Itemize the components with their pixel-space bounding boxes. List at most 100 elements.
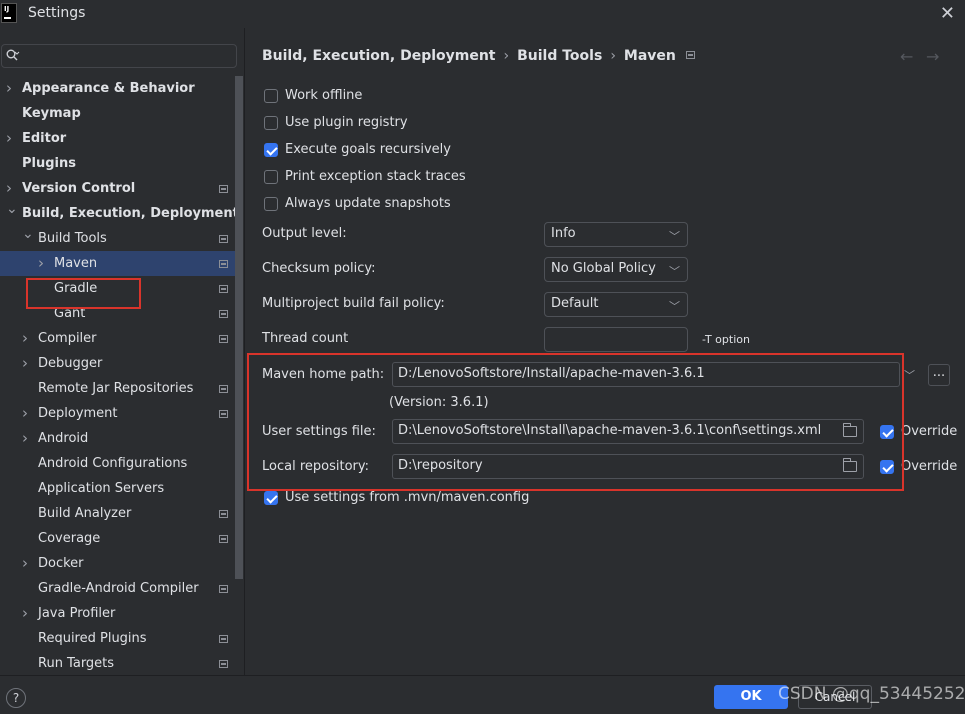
multiproject-policy-label: Multiproject build fail policy: xyxy=(262,296,445,311)
sidebar-item-build-execution-deployment[interactable]: ⌄ Build, Execution, Deployment xyxy=(0,201,239,226)
sidebar-item-label: Deployment xyxy=(38,406,118,421)
checkbox-box[interactable] xyxy=(264,197,278,211)
thread-count-input[interactable] xyxy=(544,327,688,352)
app-logo-icon: IJ xyxy=(1,3,17,23)
checkbox-box[interactable] xyxy=(264,143,278,157)
sidebar-item-label: Maven xyxy=(54,256,98,271)
maven-home-value: D:/LenovoSoftstore/Install/apache-maven-… xyxy=(398,366,705,381)
folder-icon[interactable] xyxy=(843,423,857,437)
chevron-right-icon[interactable]: › xyxy=(22,326,34,351)
chevron-down-icon[interactable]: ﹀ xyxy=(904,367,915,383)
sidebar-item-label: Required Plugins xyxy=(38,631,147,646)
settings-badge-icon xyxy=(219,535,228,543)
chevron-right-icon[interactable]: › xyxy=(38,251,50,276)
output-level-select[interactable]: Info ﹀ xyxy=(544,222,688,247)
checkbox-box[interactable] xyxy=(264,170,278,184)
sidebar-item-compiler[interactable]: › Compiler xyxy=(0,326,235,351)
settings-badge-icon xyxy=(219,410,228,418)
sidebar-item-plugins[interactable]: Plugins xyxy=(0,151,235,176)
sidebar-item-maven[interactable]: › Maven xyxy=(0,251,235,276)
user-settings-field[interactable]: D:\LenovoSoftstore\Install\apache-maven-… xyxy=(392,419,864,444)
maven-version-text: (Version: 3.6.1) xyxy=(389,395,489,410)
sidebar-item-label: Version Control xyxy=(22,181,136,196)
settings-badge-icon xyxy=(219,185,228,193)
checkbox-label: Work offline xyxy=(285,88,363,103)
sidebar-item-build-tools[interactable]: ⌄ Build Tools xyxy=(0,226,235,251)
search-input[interactable] xyxy=(24,47,229,65)
settings-badge-icon xyxy=(219,285,228,293)
checkbox-box[interactable] xyxy=(880,425,894,439)
browse-maven-home-button[interactable]: ... xyxy=(928,364,950,386)
chevron-right-icon[interactable]: › xyxy=(6,126,18,151)
output-level-label: Output level: xyxy=(262,226,347,241)
checksum-policy-select[interactable]: No Global Policy ﹀ xyxy=(544,257,688,282)
chevron-right-icon[interactable]: › xyxy=(22,426,34,451)
close-icon[interactable]: ✕ xyxy=(940,3,955,24)
sidebar-item-docker[interactable]: › Docker xyxy=(0,551,235,576)
sidebar-item-deployment[interactable]: › Deployment xyxy=(0,401,235,426)
breadcrumb-item[interactable]: Build, Execution, Deployment xyxy=(262,48,496,64)
folder-icon[interactable] xyxy=(843,458,857,472)
checkbox-label: Use plugin registry xyxy=(285,115,408,130)
chevron-right-icon[interactable]: › xyxy=(22,401,34,426)
sidebar-item-label: Debugger xyxy=(38,356,103,371)
chevron-down-icon[interactable]: ⌄ xyxy=(6,197,18,222)
sidebar-item-gradle-android-compiler[interactable]: Gradle-Android Compiler xyxy=(0,576,235,601)
settings-search[interactable] xyxy=(1,44,237,68)
checkbox-box[interactable] xyxy=(264,116,278,130)
help-icon[interactable]: ? xyxy=(6,688,26,708)
chevron-down-icon[interactable]: ⌄ xyxy=(22,222,34,247)
forward-arrow-icon[interactable]: → xyxy=(926,47,939,66)
chevron-down-icon: ﹀ xyxy=(669,300,680,313)
sidebar-item-remote-jar-repositories[interactable]: Remote Jar Repositories xyxy=(0,376,235,401)
sidebar-item-debugger[interactable]: › Debugger xyxy=(0,351,235,376)
settings-sidebar: › Appearance & Behavior Keymap › Editor Plugi… xyxy=(0,28,245,675)
checksum-policy-value: No Global Policy xyxy=(551,261,656,276)
ok-button[interactable]: OK xyxy=(714,685,788,709)
settings-badge-icon xyxy=(219,385,228,393)
sidebar-item-keymap[interactable]: Keymap xyxy=(0,101,235,126)
breadcrumb-current: Maven xyxy=(623,48,676,64)
search-icon xyxy=(6,49,20,61)
sidebar-item-label: Build Analyzer xyxy=(38,506,132,521)
sidebar-item-label: Coverage xyxy=(38,531,101,546)
checkbox-box[interactable] xyxy=(264,89,278,103)
thread-count-hint: -T option xyxy=(702,333,750,346)
chevron-right-icon[interactable]: › xyxy=(22,601,34,626)
sidebar-item-required-plugins[interactable]: Required Plugins xyxy=(0,626,235,651)
maven-home-field[interactable]: D:/LenovoSoftstore/Install/apache-maven-… xyxy=(392,362,900,387)
cancel-button[interactable]: Cancel xyxy=(798,685,872,709)
sidebar-item-label: Appearance & Behavior xyxy=(22,81,195,96)
sidebar-item-build-analyzer[interactable]: Build Analyzer xyxy=(0,501,235,526)
back-arrow-icon[interactable]: ← xyxy=(900,47,913,66)
sidebar-item-label: Java Profiler xyxy=(38,606,116,621)
sidebar-item-version-control[interactable]: › Version Control xyxy=(0,176,235,201)
sidebar-item-java-profiler[interactable]: › Java Profiler xyxy=(0,601,235,626)
checkbox-label: Print exception stack traces xyxy=(285,169,466,184)
sidebar-item-label: Android xyxy=(38,431,89,446)
chevron-right-icon[interactable]: › xyxy=(6,76,18,101)
breadcrumb-item[interactable]: Build Tools xyxy=(517,48,602,64)
checkbox-box[interactable] xyxy=(264,491,278,505)
settings-badge-icon xyxy=(219,660,228,668)
sidebar-item-gant[interactable]: Gant xyxy=(0,301,235,326)
sidebar-item-appearance-behavior[interactable]: › Appearance & Behavior xyxy=(0,76,235,101)
sidebar-scrollbar[interactable] xyxy=(235,76,243,579)
checkbox-box[interactable] xyxy=(880,460,894,474)
settings-badge-icon xyxy=(219,510,228,518)
sidebar-item-run-targets[interactable]: Run Targets xyxy=(0,651,235,676)
local-repo-field[interactable]: D:\repository xyxy=(392,454,864,479)
chevron-right-icon[interactable]: › xyxy=(22,351,34,376)
sidebar-item-label: Keymap xyxy=(22,106,81,121)
sidebar-item-editor[interactable]: › Editor xyxy=(0,126,235,151)
chevron-right-icon[interactable]: › xyxy=(22,551,34,576)
breadcrumb: Build, Execution, Deployment › Build Tools… xyxy=(262,48,695,64)
sidebar-item-android-configurations[interactable]: Android Configurations xyxy=(0,451,235,476)
multiproject-policy-select[interactable]: Default ﹀ xyxy=(544,292,688,317)
sidebar-item-coverage[interactable]: Coverage xyxy=(0,526,235,551)
sidebar-item-application-servers[interactable]: Application Servers xyxy=(0,476,235,501)
sidebar-item-gradle[interactable]: Gradle xyxy=(0,276,235,301)
title-bar: IJ Settings ✕ xyxy=(0,0,965,28)
sidebar-item-label: Remote Jar Repositories xyxy=(38,381,194,396)
sidebar-item-android[interactable]: › Android xyxy=(0,426,235,451)
